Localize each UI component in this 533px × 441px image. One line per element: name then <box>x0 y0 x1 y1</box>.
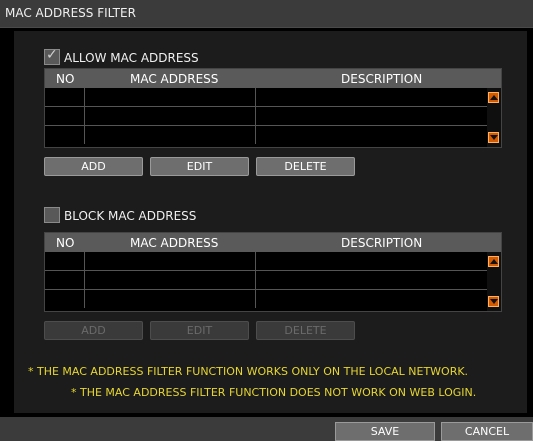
table-header: NO MAC ADDRESS DESCRIPTION <box>45 69 501 88</box>
cell-mac <box>85 252 256 270</box>
table-row[interactable] <box>45 107 487 126</box>
allow-delete-button[interactable]: DELETE <box>256 157 355 176</box>
scroll-up-button[interactable] <box>488 92 499 103</box>
column-header-description: DESCRIPTION <box>341 72 423 86</box>
bottom-bar: SAVE CANCEL <box>0 417 533 441</box>
save-button[interactable]: SAVE <box>335 422 435 441</box>
cell-description <box>256 290 487 308</box>
scroll-up-button[interactable] <box>488 256 499 267</box>
column-header-no: NO <box>56 236 75 250</box>
cell-description <box>256 252 487 270</box>
table-row[interactable] <box>45 271 487 290</box>
column-header-mac: MAC ADDRESS <box>130 236 219 250</box>
table-row[interactable] <box>45 290 487 309</box>
cell-description <box>256 107 487 125</box>
cell-mac <box>85 126 256 144</box>
cell-mac <box>85 290 256 308</box>
scroll-up-arrow-icon <box>490 259 498 264</box>
table-row[interactable] <box>45 252 487 271</box>
checkmark-icon: ✓ <box>46 47 58 63</box>
allow-mac-label: ALLOW MAC ADDRESS <box>64 51 199 65</box>
cell-no <box>45 271 85 289</box>
block-mac-table: NO MAC ADDRESS DESCRIPTION <box>44 232 502 312</box>
column-header-description: DESCRIPTION <box>341 236 423 250</box>
allow-edit-button[interactable]: EDIT <box>150 157 249 176</box>
table-header: NO MAC ADDRESS DESCRIPTION <box>45 233 501 252</box>
cell-no <box>45 252 85 270</box>
cell-description <box>256 126 487 144</box>
cell-description <box>256 88 487 106</box>
allow-checkbox-box[interactable]: ✓ <box>44 47 60 65</box>
cell-no <box>45 88 85 106</box>
cell-mac <box>85 107 256 125</box>
column-header-no: NO <box>56 72 75 86</box>
cell-description <box>256 271 487 289</box>
title-bar: MAC ADDRESS FILTER <box>0 0 533 28</box>
info-note: * THE MAC ADDRESS FILTER FUNCTION DOES N… <box>71 386 477 399</box>
cell-no <box>45 107 85 125</box>
table-row[interactable] <box>45 88 487 107</box>
cell-mac <box>85 271 256 289</box>
scroll-down-arrow-icon <box>490 299 498 304</box>
scroll-down-button[interactable] <box>488 132 499 143</box>
block-checkbox-box[interactable] <box>44 207 60 223</box>
block-edit-button[interactable]: EDIT <box>150 321 249 340</box>
scroll-up-arrow-icon <box>490 95 498 100</box>
column-header-mac: MAC ADDRESS <box>130 72 219 86</box>
allow-mac-table: NO MAC ADDRESS DESCRIPTION <box>44 68 502 148</box>
cell-no <box>45 126 85 144</box>
scrollbar[interactable] <box>487 88 501 147</box>
table-row[interactable] <box>45 126 487 145</box>
allow-add-button[interactable]: ADD <box>44 157 143 176</box>
info-note: * THE MAC ADDRESS FILTER FUNCTION WORKS … <box>28 365 469 378</box>
block-delete-button[interactable]: DELETE <box>256 321 355 340</box>
block-add-button[interactable]: ADD <box>44 321 143 340</box>
cancel-button[interactable]: CANCEL <box>441 422 533 441</box>
window-title: MAC ADDRESS FILTER <box>5 6 136 20</box>
cell-mac <box>85 88 256 106</box>
block-mac-label: BLOCK MAC ADDRESS <box>64 209 197 223</box>
cell-no <box>45 290 85 308</box>
scrollbar[interactable] <box>487 252 501 311</box>
scroll-down-button[interactable] <box>488 296 499 307</box>
scroll-down-arrow-icon <box>490 135 498 140</box>
